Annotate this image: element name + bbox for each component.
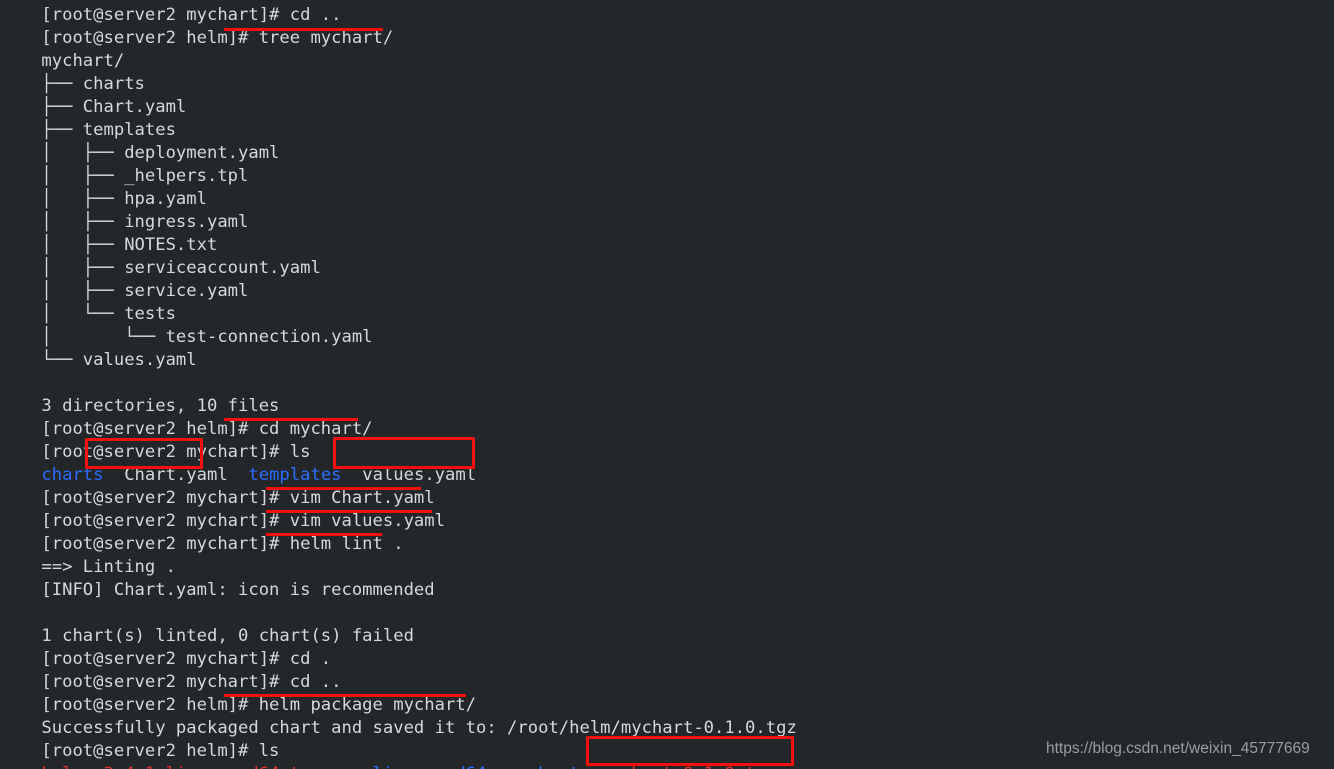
terminal-line: │ ├── ingress.yaml (0, 188, 248, 232)
annotation-underline-tree (224, 28, 383, 31)
ls-entry-mychart-dir[interactable]: mychart (507, 764, 579, 769)
terminal-line: │ ├── hpa.yaml (0, 165, 207, 209)
terminal-line-text: [INFO] Chart.yaml: icon is recommended (41, 580, 435, 600)
terminal-line-command-tree: [root@server2 helm]# tree mychart/ (0, 4, 393, 48)
annotation-underline-helm-package (224, 694, 466, 697)
terminal-line-prompt-last: [root@server2 helm]# helm install demo (0, 763, 435, 769)
terminal-line-linting: ==> Linting . (0, 533, 176, 577)
terminal-line-command-vim-values: [root@server2 mychart]# vim values.yaml (0, 487, 445, 531)
terminal-window[interactable]: [root@server2 mychart]# cd .. [root@serv… (0, 0, 1334, 769)
terminal-line: │ ├── service.yaml (0, 257, 248, 301)
terminal-line-package-success: Successfully packaged chart and saved it… (0, 694, 796, 738)
terminal-line: │ ├── deployment.yaml (0, 119, 279, 163)
terminal-line: │ └── tests (0, 280, 176, 324)
terminal-line-command-cd-mychart: [root@server2 helm]# cd mychart/ (0, 395, 372, 439)
terminal-line: ├── templates (0, 96, 176, 140)
watermark-text: https://blog.csdn.net/weixin_45777669 (1046, 740, 1310, 757)
terminal-line-lint-summary: 1 chart(s) linted, 0 chart(s) failed (0, 602, 414, 646)
terminal-line-command-cd-dot: [root@server2 mychart]# cd . (0, 625, 331, 669)
terminal-line: mychart/ (0, 27, 124, 71)
annotation-box-mychart-tgz (586, 736, 794, 766)
annotation-box-values-yaml (333, 437, 475, 469)
terminal-line: ├── charts (0, 50, 144, 94)
annotation-box-chart-yaml (85, 438, 203, 469)
terminal-line-command-helm-package: [root@server2 helm]# helm package mychar… (0, 671, 476, 715)
terminal-line: │ ├── _helpers.tpl (0, 142, 248, 186)
annotation-underline-vim-chart (266, 487, 421, 490)
terminal-line-command-ls-helm: [root@server2 helm]# ls (0, 717, 279, 761)
terminal-line-command-cd-dotdot: [root@server2 mychart]# cd .. (0, 648, 341, 692)
terminal-line: │ ├── serviceaccount.yaml (0, 234, 320, 278)
annotation-underline-vim-values (266, 510, 432, 513)
terminal-line-text: └── values.yaml (41, 350, 197, 370)
annotation-underline-helm-lint (266, 533, 382, 536)
terminal-line: ├── Chart.yaml (0, 73, 186, 117)
terminal-line: └── values.yaml (0, 326, 196, 370)
terminal-line: │ └── test-connection.yaml (0, 303, 372, 347)
terminal-line-tree-summary: 3 directories, 10 files (0, 372, 279, 416)
terminal-line-command-helm-lint: [root@server2 mychart]# helm lint . (0, 510, 403, 554)
terminal-line-info: [INFO] Chart.yaml: icon is recommended (0, 556, 434, 600)
annotation-underline-cd (224, 418, 358, 421)
terminal-line: │ ├── NOTES.txt (0, 211, 217, 255)
